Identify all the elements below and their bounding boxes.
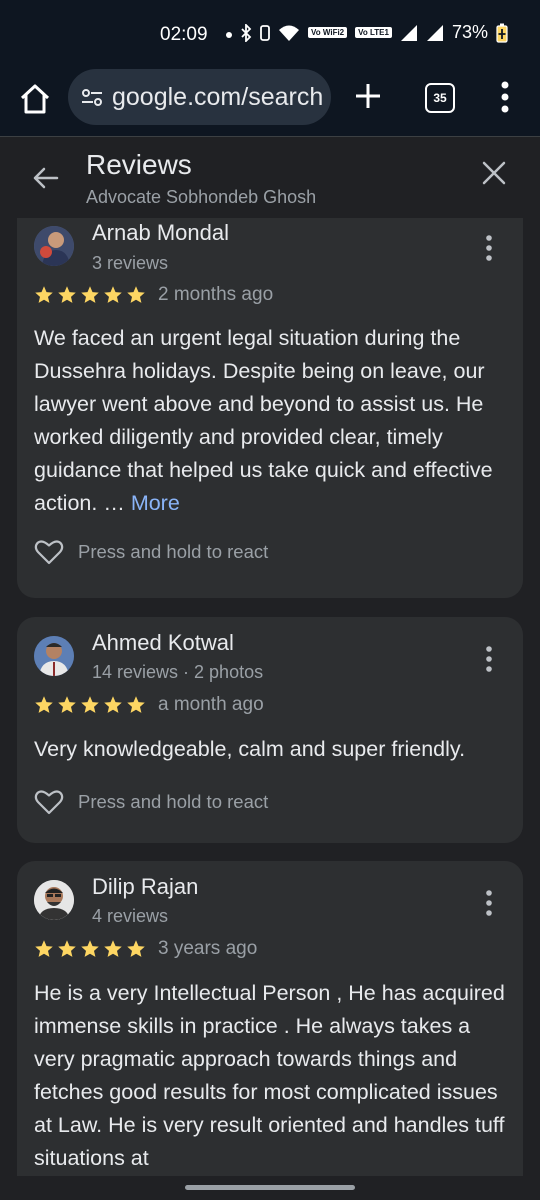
reviewer-meta: 14 reviews · 2 photos xyxy=(92,662,264,682)
home-icon[interactable] xyxy=(18,82,52,116)
reviewer-name[interactable]: Arnab Mondal xyxy=(92,220,229,246)
reviewer-name[interactable]: Ahmed Kotwal xyxy=(92,630,234,656)
avatar[interactable] xyxy=(34,880,74,920)
lte-chip: Vo LTE1 xyxy=(355,27,392,38)
star-icon xyxy=(35,696,53,713)
back-arrow-icon[interactable] xyxy=(30,163,60,193)
browser-toolbar: google.com/search 35 xyxy=(0,66,540,136)
bluetooth-icon xyxy=(241,23,252,42)
star-icon xyxy=(58,696,76,713)
react-label: Press and hold to react xyxy=(78,791,269,812)
star-rating xyxy=(34,285,146,305)
battery-percent: 73% xyxy=(451,22,488,42)
star-icon xyxy=(81,940,99,957)
review-card: Ahmed Kotwal 14 reviews · 2 photos a mon… xyxy=(17,617,523,843)
star-icon xyxy=(104,696,122,713)
review-text: He is a very Intellectual Person , He ha… xyxy=(34,981,505,1170)
review-text: We faced an urgent legal situation durin… xyxy=(34,322,509,520)
star-icon xyxy=(58,286,76,303)
star-icon xyxy=(104,940,122,957)
star-icon xyxy=(104,286,122,303)
star-icon xyxy=(127,696,145,713)
star-rating xyxy=(34,939,146,959)
review-card: Arnab Mondal 3 reviews 2 months ago We f… xyxy=(17,218,523,598)
review-date: 3 years ago xyxy=(158,938,258,959)
wifi-calling-chip: Vo WiFi2 xyxy=(308,27,348,38)
star-icon xyxy=(35,940,53,957)
star-icon xyxy=(81,286,99,303)
more-options-icon[interactable] xyxy=(481,234,497,262)
page-subtitle: Advocate Sobhondeb Ghosh xyxy=(86,187,317,207)
avatar[interactable] xyxy=(34,226,74,266)
page-title: Reviews xyxy=(86,149,192,180)
more-options-icon[interactable] xyxy=(481,889,497,917)
star-icon xyxy=(35,286,53,303)
reviews-list[interactable]: Arnab Mondal 3 reviews 2 months ago We f… xyxy=(0,218,540,1176)
signal-icon-2 xyxy=(426,24,443,41)
site-info-icon[interactable] xyxy=(80,85,104,109)
react-button[interactable]: Press and hold to react xyxy=(34,538,268,566)
star-icon xyxy=(81,696,99,713)
more-options-icon[interactable] xyxy=(481,645,497,673)
react-label: Press and hold to react xyxy=(78,541,269,562)
review-body: We faced an urgent legal situation durin… xyxy=(34,326,493,515)
battery-icon xyxy=(496,23,508,43)
avatar[interactable] xyxy=(34,636,74,676)
star-rating xyxy=(34,695,146,715)
reviews-header: Reviews Advocate Sobhondeb Ghosh xyxy=(0,137,540,217)
status-bar: 02:09 Vo WiFi2 Vo LTE1 73% xyxy=(0,0,540,66)
close-icon[interactable] xyxy=(480,159,508,187)
star-icon xyxy=(58,940,76,957)
review-card: Dilip Rajan 4 reviews 3 years ago He is … xyxy=(17,861,523,1176)
reviewer-name[interactable]: Dilip Rajan xyxy=(92,874,198,900)
review-text: Very knowledgeable, calm and super frien… xyxy=(34,737,466,761)
address-bar[interactable]: google.com/search xyxy=(68,69,331,125)
reviewer-meta: 4 reviews xyxy=(92,906,169,926)
overflow-menu-icon[interactable] xyxy=(495,80,515,114)
new-tab-icon[interactable] xyxy=(354,82,382,110)
notification-dot xyxy=(226,32,232,38)
review-date: a month ago xyxy=(158,694,264,715)
star-icon xyxy=(127,286,145,303)
url-text: google.com/search xyxy=(112,82,324,111)
vibrate-icon xyxy=(260,24,270,41)
review-date: 2 months ago xyxy=(158,284,274,305)
heart-icon xyxy=(34,790,64,815)
reviewer-meta: 3 reviews xyxy=(92,253,169,273)
wifi-icon xyxy=(279,25,300,41)
gesture-handle[interactable] xyxy=(185,1185,355,1190)
tab-switcher-button[interactable]: 35 xyxy=(425,83,455,113)
clock: 02:09 xyxy=(160,24,208,45)
more-link[interactable]: More xyxy=(131,491,180,515)
heart-icon xyxy=(34,540,64,565)
star-icon xyxy=(127,940,145,957)
signal-icon-1 xyxy=(400,24,417,41)
status-icons: Vo WiFi2 Vo LTE1 73% xyxy=(240,22,508,43)
react-button[interactable]: Press and hold to react xyxy=(34,788,268,816)
